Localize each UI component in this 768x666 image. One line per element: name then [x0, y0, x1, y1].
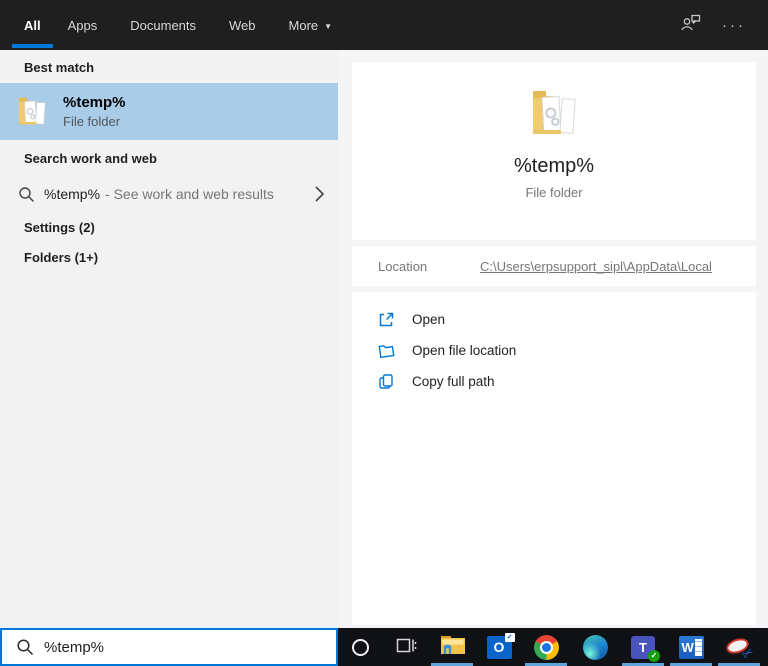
preview-card: %temp% File folder — [352, 62, 756, 240]
chrome-icon — [534, 635, 559, 660]
feedback-icon[interactable] — [680, 13, 702, 37]
open-icon — [378, 311, 395, 328]
action-open-file-location[interactable]: Open file location — [352, 335, 756, 366]
search-icon — [18, 186, 35, 203]
search-input-value: %temp% — [44, 639, 104, 656]
active-tab-underline — [12, 44, 53, 48]
best-match-result[interactable]: %temp% File folder — [0, 83, 338, 140]
copy-icon — [378, 373, 395, 390]
chevron-down-icon: ▼ — [324, 22, 332, 31]
edge-icon — [583, 635, 608, 660]
tab-all-label: All — [24, 18, 41, 33]
taskbar-item-outlook[interactable]: O ✓ — [484, 628, 514, 666]
actions-card: Open Open file location Copy full path — [352, 292, 756, 625]
tab-apps[interactable]: Apps — [68, 0, 104, 50]
action-copy-full-path-label: Copy full path — [412, 374, 495, 389]
folder-icon — [14, 93, 50, 131]
settings-group-header[interactable]: Settings (2) — [24, 220, 95, 235]
taskbar-item-cortana[interactable] — [345, 628, 375, 666]
best-match-title: %temp% — [63, 94, 126, 111]
search-results-panel: Best match %temp% File folder Search — [0, 50, 338, 628]
tab-documents-label: Documents — [130, 18, 196, 33]
cortana-icon — [352, 639, 369, 656]
taskbar-item-edge[interactable] — [580, 628, 610, 666]
taskbar-item-snip[interactable]: ✂ — [724, 628, 754, 666]
tab-apps-label: Apps — [68, 18, 98, 33]
snipping-tool-icon: ✂ — [725, 634, 753, 660]
tab-documents[interactable]: Documents — [130, 0, 202, 50]
tab-web-label: Web — [229, 18, 256, 33]
search-icon — [16, 638, 34, 656]
taskbar-item-taskview[interactable] — [391, 628, 421, 666]
outlook-envelope-badge: ✓ — [505, 633, 515, 642]
action-open-label: Open — [412, 312, 445, 327]
action-open-file-location-label: Open file location — [412, 343, 516, 358]
folder-icon-large — [525, 86, 583, 142]
tab-all[interactable]: All — [24, 0, 41, 50]
tab-web[interactable]: Web — [229, 0, 262, 50]
task-view-icon — [395, 635, 417, 660]
file-explorer-icon — [439, 633, 466, 662]
action-open[interactable]: Open — [352, 304, 756, 335]
teams-status-badge: ✓ — [648, 650, 660, 662]
options-ellipsis-icon[interactable]: ··· — [722, 18, 746, 33]
teams-icon: T ✓ — [631, 636, 655, 659]
folder-outline-icon — [378, 342, 395, 359]
preview-title: %temp% — [352, 155, 756, 178]
taskbar-item-word[interactable]: W — [676, 628, 706, 666]
preview-subtitle: File folder — [352, 185, 756, 200]
folders-group-header[interactable]: Folders (1+) — [24, 250, 98, 265]
location-link[interactable]: C:\Users\erpsupport_sipl\AppData\Local — [480, 259, 712, 274]
suggestion-hint: - See work and web results — [105, 186, 274, 202]
chevron-right-icon — [314, 185, 325, 203]
suggestion-query: %temp% — [44, 186, 100, 202]
search-web-header: Search work and web — [24, 151, 157, 166]
tab-more[interactable]: More ▼ — [289, 0, 339, 50]
taskbar-item-chrome[interactable] — [531, 628, 561, 666]
search-filter-bar: All Apps Documents Web More ▼ — [0, 0, 768, 50]
best-match-subtitle: File folder — [63, 114, 126, 129]
web-search-suggestion[interactable]: %temp% - See work and web results — [0, 176, 338, 212]
preview-panel: %temp% File folder Location C:\Users\erp… — [338, 50, 768, 628]
topbar-actions: ··· — [680, 13, 746, 37]
taskbar-item-teams[interactable]: T ✓ — [628, 628, 658, 666]
location-label: Location — [378, 259, 480, 274]
action-copy-full-path[interactable]: Copy full path — [352, 366, 756, 397]
taskbar-item-explorer[interactable] — [437, 628, 467, 666]
best-match-header: Best match — [24, 60, 94, 75]
taskbar-search-box[interactable]: %temp% — [0, 628, 338, 666]
filter-tabs: All Apps Documents Web More ▼ — [24, 0, 338, 50]
outlook-icon: O ✓ — [487, 636, 512, 659]
word-icon: W — [679, 636, 704, 659]
location-card: Location C:\Users\erpsupport_sipl\AppDat… — [352, 246, 756, 286]
tab-more-label: More — [289, 18, 319, 33]
